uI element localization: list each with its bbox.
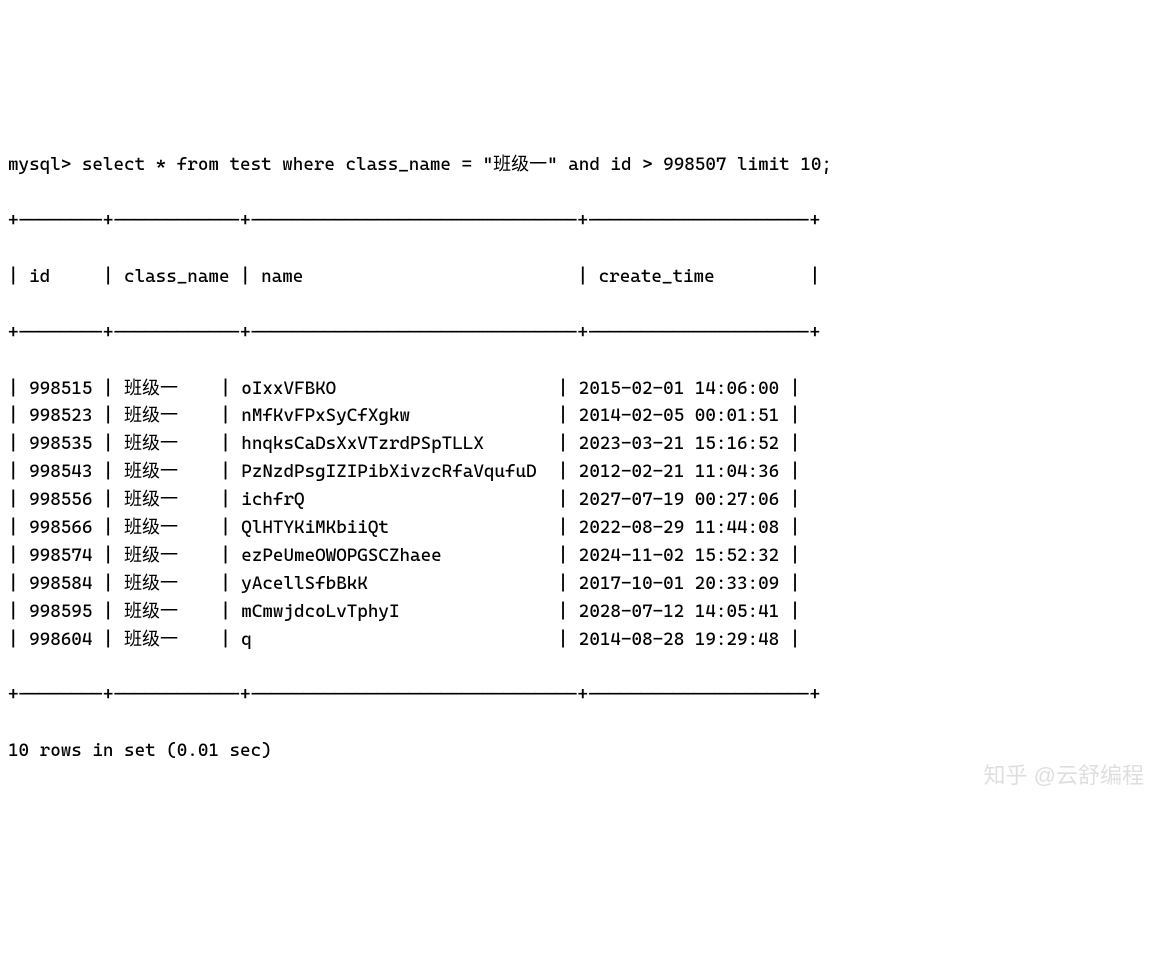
table-border-top: +--------+------------+-----------------…: [8, 207, 1164, 235]
result-footer: 10 rows in set (0.01 sec): [8, 737, 1164, 765]
table-rows: | 998515 | 班级一 | oIxxVFBKO | 2015-02-01 …: [8, 375, 1164, 654]
terminal-output: mysql> select * from test where class_na…: [8, 124, 1164, 821]
table-row: | 998595 | 班级一 | mCmwjdcoLvTphyI | 2028-…: [8, 598, 1164, 626]
prompt-line: mysql> select * from test where class_na…: [8, 151, 1164, 179]
table-row: | 998584 | 班级一 | yAcellSfbBkK | 2017-10-…: [8, 570, 1164, 598]
table-row: | 998574 | 班级一 | ezPeUmeOWOPGSCZhaee | 2…: [8, 542, 1164, 570]
table-row: | 998515 | 班级一 | oIxxVFBKO | 2015-02-01 …: [8, 375, 1164, 403]
table-row: | 998604 | 班级一 | q | 2014-08-28 19:29:48…: [8, 626, 1164, 654]
table-row: | 998535 | 班级一 | hnqksCaDsXxVTzrdPSpTLLX…: [8, 430, 1164, 458]
table-border-mid: +--------+------------+-----------------…: [8, 319, 1164, 347]
sql-query: select * from test where class_name = "班…: [82, 154, 832, 175]
table-row: | 998556 | 班级一 | ichfrQ | 2027-07-19 00:…: [8, 486, 1164, 514]
table-row: | 998566 | 班级一 | QlHTYKiMKbiiQt | 2022-0…: [8, 514, 1164, 542]
table-row: | 998523 | 班级一 | nMfKvFPxSyCfXgkw | 2014…: [8, 402, 1164, 430]
table-row: | 998543 | 班级一 | PzNzdPsgIZIPibXivzcRfaV…: [8, 458, 1164, 486]
table-border-bot: +--------+------------+-----------------…: [8, 681, 1164, 709]
table-header: | id | class_name | name | create_time |: [8, 263, 1164, 291]
mysql-prompt: mysql>: [8, 154, 71, 175]
